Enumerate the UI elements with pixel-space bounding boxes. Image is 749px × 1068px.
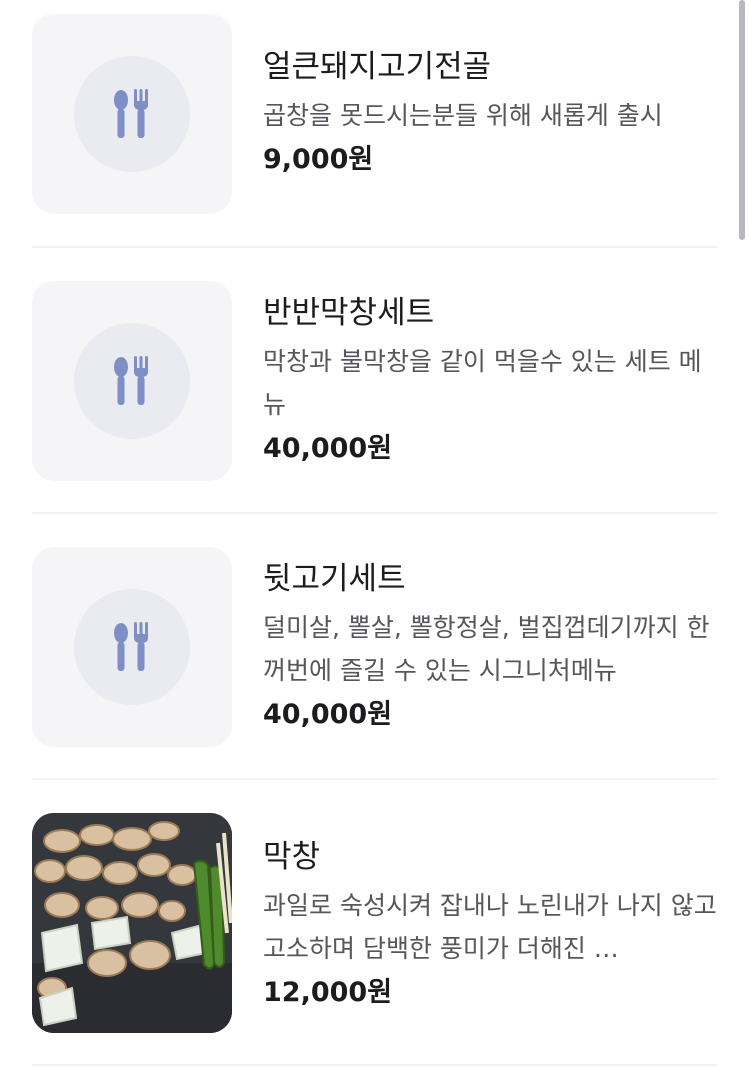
utensils-icon (114, 622, 148, 671)
utensils-icon (114, 356, 148, 405)
menu-item-description: 과일로 숙성시켜 잡내나 노린내가 나지 않고 고소하며 담백한 풍미가 더해진… (263, 891, 717, 963)
utensils-icon (114, 89, 148, 138)
menu-item-thumbnail (32, 281, 232, 481)
scrollbar[interactable] (739, 0, 745, 240)
menu-item-price: 40,000원 (263, 699, 393, 730)
menu-item-price: 12,000원 (263, 977, 393, 1008)
menu-item-description: 막창과 불막창을 같이 먹을수 있는 세트 메뉴 (263, 347, 702, 419)
menu-item-name: 막창 (263, 839, 321, 875)
menu-item-info: 뒷고기세트 덜미살, 뽈살, 뽈항정살, 벌집껍데기까지 한꺼번에 즐길 수 있… (263, 559, 723, 733)
menu-item[interactable]: 반반막창세트 막창과 불막창을 같이 먹을수 있는 세트 메뉴 40,000원 (32, 281, 717, 481)
menu-item-price: 40,000원 (263, 433, 393, 464)
menu-item-thumbnail (32, 547, 232, 747)
menu-item-name: 얼큰돼지고기전골 (263, 49, 492, 85)
menu-item-price: 9,000원 (263, 144, 374, 175)
menu-item[interactable]: 뒷고기세트 덜미살, 뽈살, 뽈항정살, 벌집껍데기까지 한꺼번에 즐길 수 있… (32, 547, 717, 747)
placeholder-circle (74, 56, 190, 172)
menu-item[interactable]: 얼큰돼지고기전골 곱창을 못드시는분들 위해 새롭게 출시 9,000원 (32, 14, 717, 214)
menu-item-description: 덜미살, 뽈살, 뽈항정살, 벌집껍데기까지 한꺼번에 즐길 수 있는 시그니처… (263, 613, 710, 685)
menu-item-info: 반반막창세트 막창과 불막창을 같이 먹을수 있는 세트 메뉴 40,000원 (263, 293, 723, 467)
menu-item[interactable]: 막창 과일로 숙성시켜 잡내나 노린내가 나지 않고 고소하며 담백한 풍미가 … (32, 813, 717, 1033)
menu-item-description: 곱창을 못드시는분들 위해 새롭게 출시 (263, 101, 663, 130)
menu-item-name: 뒷고기세트 (263, 561, 406, 597)
placeholder-circle (74, 323, 190, 439)
grilled-makchang-photo (32, 813, 232, 1033)
divider (32, 778, 717, 780)
divider (32, 512, 717, 514)
food-photo-illustration (32, 813, 232, 1033)
menu-item-info: 막창 과일로 숙성시켜 잡내나 노린내가 나지 않고 고소하며 담백한 풍미가 … (263, 837, 723, 1011)
divider (32, 1064, 717, 1066)
placeholder-circle (74, 589, 190, 705)
divider (32, 246, 717, 248)
menu-item-info: 얼큰돼지고기전골 곱창을 못드시는분들 위해 새롭게 출시 9,000원 (263, 47, 723, 178)
menu-item-thumbnail (32, 14, 232, 214)
menu-item-name: 반반막창세트 (263, 295, 435, 331)
